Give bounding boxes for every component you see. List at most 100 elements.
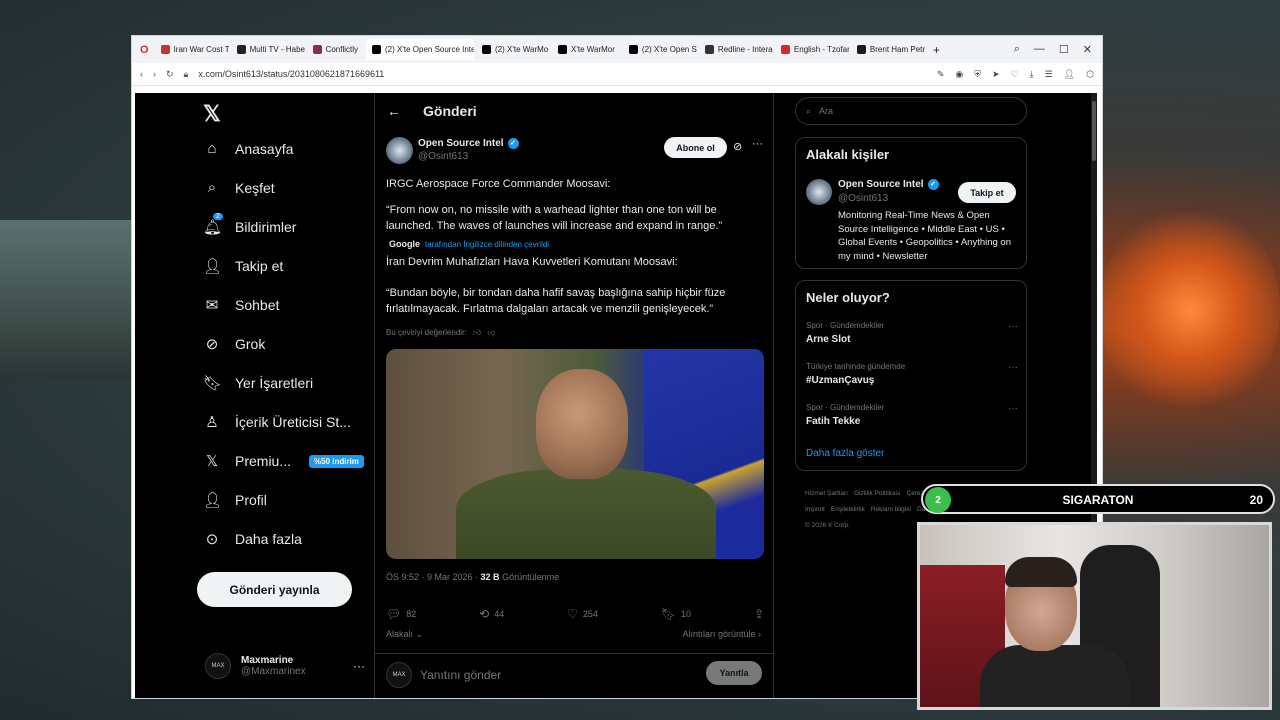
post-image[interactable] (386, 349, 764, 559)
nav-item-5[interactable]: ⊘ Grok (203, 335, 266, 353)
avatar: MAX (205, 653, 231, 679)
reply-action[interactable]: 💬︎ 82 (386, 607, 416, 621)
trend-item[interactable]: Spor · Gündemdekiler Fatih Tekke ··· (806, 403, 1018, 427)
x-logo-icon[interactable]: 𝕏 (203, 101, 221, 127)
related-handle[interactable]: @Osint613 (838, 193, 888, 204)
subscribe-button[interactable]: Abone ol (664, 137, 727, 158)
shield-icon[interactable]: ⛨ (974, 69, 981, 80)
new-tab-button[interactable]: + (927, 43, 946, 57)
account-switcher[interactable]: MAX Maxmarine @Maxmarinex ··· (205, 653, 365, 679)
like-action[interactable]: ♡ 254 (567, 607, 598, 621)
more-icon[interactable]: ··· (752, 138, 763, 150)
nav-label: Sohbet (235, 297, 280, 313)
send-icon[interactable]: ➤ (992, 69, 1000, 80)
show-more-link[interactable]: Daha fazla göster (806, 448, 884, 459)
footer-link[interactable]: Erişilebilirlik (831, 506, 865, 513)
google-label: Google (389, 239, 420, 249)
tab-8[interactable]: English - Tzofar (775, 39, 849, 60)
nav-label: Anasayfa (235, 140, 294, 157)
download-icon[interactable]: ⤓ (1030, 69, 1034, 80)
tab-label: (2) X'te Open S (641, 45, 697, 54)
tab-9[interactable]: Brent Ham Petro (851, 39, 925, 60)
tab-favicon-icon (312, 45, 322, 54)
tab-3[interactable]: (2) X'te Open Source Intel (366, 39, 475, 60)
thumbs-down-icon[interactable]: 👎︎ (487, 328, 495, 338)
footer-link[interactable]: Hizmet Şartları (805, 490, 848, 497)
footer-link[interactable]: © 2026 X Corp. (805, 522, 850, 529)
back-icon[interactable]: ‹ (140, 69, 143, 79)
back-arrow-icon[interactable]: ← (387, 103, 401, 119)
author-name: Open Source Intel (418, 138, 504, 149)
tab-4[interactable]: (2) X'te WarMo (476, 39, 550, 60)
close-button[interactable]: ✕ (1083, 43, 1092, 56)
maximize-button[interactable]: ☐ (1059, 43, 1069, 56)
follow-button[interactable]: Takip et (958, 182, 1016, 203)
url-field[interactable]: x.com/Osint613/status/203108062187166961… (198, 69, 927, 79)
author-avatar[interactable] (386, 137, 413, 164)
sort-relevant[interactable]: Alakalı ⌄ (386, 629, 423, 640)
trend-name: Fatih Tekke (806, 416, 861, 427)
nav-item-2[interactable]: 🔔︎ 2 Bildirimler (203, 213, 296, 236)
footer-link[interactable]: Gizlilik Politikası (854, 490, 901, 497)
translation-link[interactable]: tarafından İngilizce dilinden çevrildi (425, 240, 549, 249)
nav-item-8[interactable]: 𝕏 Premiu... %50 indirim (203, 452, 364, 470)
tab-0[interactable]: Iran War Cost T (155, 39, 229, 60)
quotes-label: Alıntıları görüntüle (682, 629, 756, 639)
minimize-button[interactable]: — (1034, 43, 1045, 56)
view-label: Görüntülenme (499, 572, 560, 582)
tab-6[interactable]: (2) X'te Open S (623, 39, 697, 60)
post-button[interactable]: Gönderi yayınla (197, 572, 352, 607)
scroll-thumb[interactable] (1092, 101, 1096, 161)
lock-icon: 🔒︎ (183, 68, 189, 79)
more-icon[interactable]: ··· (1008, 403, 1018, 414)
extensions-icon[interactable]: ⬡ (1086, 69, 1094, 80)
account-icon[interactable]: 👤︎ (1064, 69, 1075, 80)
related-name-row[interactable]: Open Source Intel ✓ (838, 179, 939, 190)
edit-icon[interactable]: ✎ (937, 69, 945, 80)
view-quotes-link[interactable]: Alıntıları görüntüle › (682, 629, 761, 639)
more-icon[interactable]: ··· (1008, 321, 1018, 332)
nav-item-6[interactable]: 🔖︎ Yer İşaretleri (203, 374, 313, 392)
trend-item[interactable]: Türkiye tarihinde gündemde #UzmanÇavuş ··· (806, 362, 1018, 386)
tab-1[interactable]: Multi TV - Habe (231, 39, 305, 60)
tab-2[interactable]: Conflictly (307, 39, 364, 60)
camera-icon[interactable]: ◉ (955, 69, 963, 80)
tab-search-icon[interactable]: ⌕ (1014, 43, 1020, 56)
tab-7[interactable]: Redline - Intera (699, 39, 773, 60)
tab-5[interactable]: X'te WarMor (552, 39, 621, 60)
nav-item-7[interactable]: ♙ İçerik Üreticisi St... (203, 413, 351, 431)
thumbs-up-icon[interactable]: 👍︎ (473, 328, 481, 338)
search-input[interactable]: ⌕ Ara (795, 97, 1027, 125)
author-name-row[interactable]: Open Source Intel ✓ (418, 138, 519, 149)
nav-item-0[interactable]: ⌂ Anasayfa (203, 140, 293, 157)
nav-item-10[interactable]: ⊙ Daha fazla (203, 530, 302, 548)
bookmark-icon: 🔖︎ (203, 375, 223, 392)
footer-link[interactable]: Imprint (805, 506, 825, 513)
more-circle-icon: ⊙ (205, 531, 219, 548)
reply-input[interactable]: Yanıtını gönder (420, 668, 501, 682)
more-icon[interactable]: ··· (1008, 362, 1018, 373)
post-time[interactable]: ÖS 9:52 · 9 Mar 2026 · (386, 572, 481, 582)
reply-button[interactable]: Yanıtla (706, 661, 762, 685)
nav-item-1[interactable]: ⌕ Keşfet (203, 179, 275, 196)
nav-item-3[interactable]: 👤︎ Takip et (203, 257, 283, 275)
heart-icon[interactable]: ♡ (1011, 69, 1019, 80)
tab-label: (2) X'te Open Source Intel (385, 45, 475, 54)
repost-action[interactable]: ⟲ 44 (479, 607, 504, 621)
related-avatar[interactable] (806, 179, 832, 205)
translated-quote: “Bundan böyle, bir tondan daha hafif sav… (386, 287, 726, 315)
forward-icon[interactable]: › (153, 69, 156, 79)
opera-logo-icon[interactable]: O (136, 44, 153, 56)
nav-item-9[interactable]: 👤︎ Profil (203, 491, 267, 509)
nav-item-4[interactable]: ✉ Sohbet (203, 296, 280, 314)
more-icon[interactable]: ··· (353, 659, 365, 673)
footer-link[interactable]: Reklam bilgisi (871, 506, 911, 513)
user-name: Maxmarine (241, 655, 294, 666)
grok-icon[interactable]: ⊘ (733, 140, 742, 153)
share-action[interactable]: ⇪ (754, 607, 764, 621)
reload-icon[interactable]: ↻ (166, 69, 174, 80)
trend-item[interactable]: Spor · Gündemdekiler Arne Slot ··· (806, 321, 1018, 345)
bookmark-action[interactable]: 🔖︎ 10 (661, 607, 691, 621)
author-handle[interactable]: @Osint613 (418, 151, 468, 162)
menu-icon[interactable]: ☰ (1045, 69, 1053, 80)
